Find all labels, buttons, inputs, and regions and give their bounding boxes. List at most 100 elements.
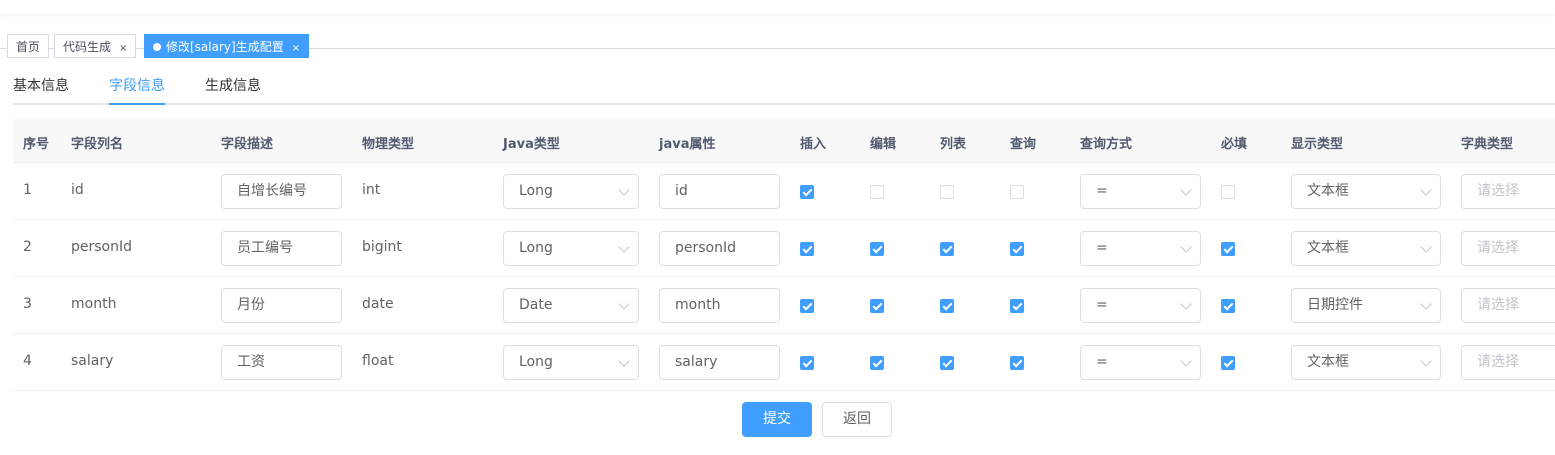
column-header: 字典类型 [1461,137,1514,152]
select-value: = [1096,240,1108,256]
dict-type-select[interactable]: 请选择 [1461,231,1555,266]
field-table: 序号 字段列名 字段描述 物理类型 Java类型 java属性 插入 编辑 列表… [13,119,1555,391]
html-type-select[interactable]: 日期控件 [1291,288,1441,323]
field-desc-input[interactable]: 员工编号 [221,231,342,266]
html-type-select[interactable]: 文本框 [1291,174,1441,209]
row-index: 3 [23,296,32,312]
chevron-down-icon [618,184,630,196]
chevron-down-icon [1420,184,1432,196]
chevron-down-icon [1420,241,1432,253]
query-type-select[interactable]: = [1080,345,1201,380]
edit-checkbox[interactable] [870,242,884,256]
dict-type-select[interactable]: 请选择 [1461,288,1555,323]
tab-basic-info[interactable]: 基本信息 [13,75,69,103]
tab-field-info[interactable]: 字段信息 [109,75,165,105]
java-type-select[interactable]: Date [503,288,639,323]
tags-view-bar: 首页 代码生成 × 修改[salary]生成配置 × [0,14,1555,58]
tab-gen-info[interactable]: 生成信息 [205,75,261,103]
java-field-input[interactable]: salary [659,345,780,380]
chevron-down-icon [1180,355,1192,367]
select-value: = [1096,297,1108,313]
query-checkbox[interactable] [1010,242,1024,256]
java-field-input[interactable]: month [659,288,780,323]
list-checkbox[interactable] [940,185,954,199]
back-button[interactable]: 返回 [822,402,892,437]
column-header: 显示类型 [1291,137,1344,152]
table-header: 序号 字段列名 字段描述 物理类型 Java类型 java属性 插入 编辑 列表… [13,119,1555,163]
chevron-down-icon [1420,355,1432,367]
column-header: 字段列名 [71,137,124,152]
select-value: Long [519,354,553,370]
row-index: 1 [23,182,32,198]
column-header: 物理类型 [362,137,415,152]
field-desc-input[interactable]: 自增长编号 [221,174,342,209]
html-type-select[interactable]: 文本框 [1291,231,1441,266]
java-type-select[interactable]: Long [503,174,639,209]
table-row: 2 personId 员工编号 bigint Long personId = 文本框 请选择 [13,220,1555,277]
chevron-down-icon [618,355,630,367]
column-header: 编辑 [870,137,897,152]
java-type-select[interactable]: Long [503,231,639,266]
required-checkbox[interactable] [1221,242,1235,256]
column-header: Java类型 [503,137,560,152]
physical-type: date [362,296,394,312]
select-placeholder: 请选择 [1477,297,1519,313]
field-desc-input[interactable]: 月份 [221,288,342,323]
query-type-select[interactable]: = [1080,174,1201,209]
java-field-input[interactable]: id [659,174,780,209]
column-name: month [71,296,117,312]
insert-checkbox[interactable] [800,299,814,313]
field-desc-input[interactable]: 工资 [221,345,342,380]
query-checkbox[interactable] [1010,356,1024,370]
column-header: 查询 [1010,137,1037,152]
select-value: = [1096,183,1108,199]
required-checkbox[interactable] [1221,356,1235,370]
dict-type-select[interactable]: 请选择 [1461,174,1555,209]
column-name: salary [71,353,114,369]
column-header: 查询方式 [1080,137,1133,152]
query-checkbox[interactable] [1010,299,1024,313]
select-value: 文本框 [1307,240,1349,256]
chevron-down-icon [1180,298,1192,310]
select-value: Date [519,297,553,313]
config-tabs: 基本信息 字段信息 生成信息 [13,50,1555,105]
column-header: 序号 [23,137,50,152]
select-value: = [1096,354,1108,370]
query-type-select[interactable]: = [1080,288,1201,323]
edit-checkbox[interactable] [870,299,884,313]
chevron-down-icon [618,298,630,310]
column-header: 必填 [1221,137,1248,152]
required-checkbox[interactable] [1221,299,1235,313]
chevron-down-icon [1180,184,1192,196]
table-body: 1 id 自增长编号 int Long id = 文本框 请选择 2 personId 员工编号 big… [13,163,1555,391]
row-index: 2 [23,239,32,255]
list-checkbox[interactable] [940,356,954,370]
column-header: 列表 [940,137,967,152]
required-checkbox[interactable] [1221,185,1235,199]
edit-checkbox[interactable] [870,185,884,199]
select-placeholder: 请选择 [1477,354,1519,370]
column-header: 插入 [800,137,827,152]
select-placeholder: 请选择 [1477,240,1519,256]
dict-type-select[interactable]: 请选择 [1461,345,1555,380]
query-checkbox[interactable] [1010,185,1024,199]
column-name: id [71,182,84,198]
select-value: Long [519,240,553,256]
insert-checkbox[interactable] [800,185,814,199]
table-row: 4 salary 工资 float Long salary = 文本框 请选择 [13,334,1555,391]
insert-checkbox[interactable] [800,356,814,370]
table-row: 1 id 自增长编号 int Long id = 文本框 请选择 [13,163,1555,220]
list-checkbox[interactable] [940,299,954,313]
html-type-select[interactable]: 文本框 [1291,345,1441,380]
submit-button[interactable]: 提交 [742,402,812,437]
select-value: 文本框 [1307,354,1349,370]
edit-checkbox[interactable] [870,356,884,370]
query-type-select[interactable]: = [1080,231,1201,266]
insert-checkbox[interactable] [800,242,814,256]
java-type-select[interactable]: Long [503,345,639,380]
java-field-input[interactable]: personId [659,231,780,266]
physical-type: bigint [362,239,402,255]
select-value: 文本框 [1307,183,1349,199]
top-navbar [0,0,1555,14]
list-checkbox[interactable] [940,242,954,256]
